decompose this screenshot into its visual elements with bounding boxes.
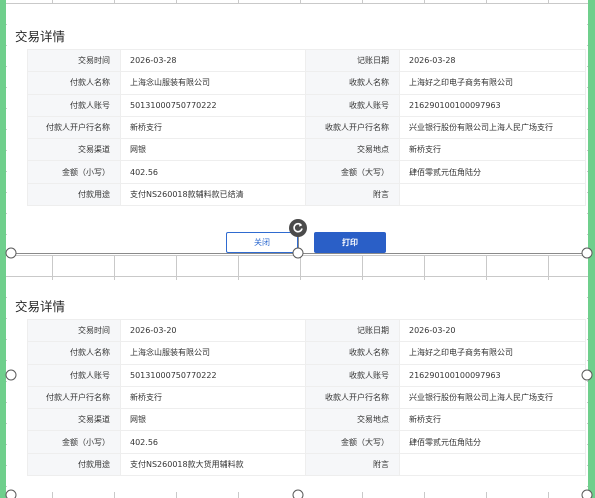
field-value	[399, 182, 586, 207]
field-value: 上海念山服装有限公司	[120, 341, 306, 365]
field-label: 付款人开户行名称	[27, 115, 121, 140]
resize-handle-bottom-right[interactable]	[581, 489, 593, 498]
resize-handle-bottom[interactable]	[292, 489, 304, 498]
field-label: 金额（小写）	[27, 160, 121, 184]
resize-handle-bottom-left[interactable]	[5, 489, 17, 498]
resize-handle-left[interactable]	[5, 369, 17, 381]
resize-handle-top-right[interactable]	[581, 247, 593, 259]
field-value	[399, 452, 586, 477]
resize-handle-top[interactable]	[292, 247, 304, 259]
field-value: 支付NS260018款大货用辅料款	[120, 452, 306, 477]
table-row: 付款人账号 50131000750770222 收款人账号 2162901001000…	[27, 363, 586, 387]
field-value: 新桥支行	[399, 138, 586, 162]
sheet-edge-left	[0, 0, 6, 498]
field-value: 上海好之印电子商务有限公司	[399, 71, 586, 95]
table-row: 交易渠道 网银 交易地点 新桥支行	[27, 138, 586, 162]
field-label: 收款人账号	[305, 93, 400, 117]
table-row: 付款用途 支付NS260018款大货用辅料款 附言	[27, 452, 586, 477]
detail-table: 交易时间 2026-03-28 记账日期 2026-03-28 付款人名称 上海念山服装有…	[27, 48, 586, 207]
field-value: 兴业银行股份有限公司上海人民广场支行	[399, 385, 586, 410]
print-button[interactable]: 打印	[314, 232, 386, 253]
field-label: 付款用途	[27, 452, 121, 477]
field-label: 付款人开户行名称	[27, 385, 121, 410]
field-value: 402.56	[120, 430, 306, 454]
resize-handle-top-left[interactable]	[5, 247, 17, 259]
field-value: 216290100100097963	[399, 363, 586, 387]
field-label: 交易时间	[27, 318, 121, 343]
field-value: 新桥支行	[399, 408, 586, 432]
field-label: 金额（小写）	[27, 430, 121, 454]
rotate-handle[interactable]	[289, 219, 307, 237]
field-value: 网银	[120, 408, 306, 432]
field-label: 附言	[305, 182, 400, 207]
table-row: 交易时间 2026-03-20 记账日期 2026-03-20	[27, 318, 586, 343]
field-label: 附言	[305, 452, 400, 477]
card-title: 交易详情	[15, 299, 66, 314]
field-label: 付款人名称	[27, 341, 121, 365]
rotate-icon	[293, 222, 303, 233]
field-label: 付款人账号	[27, 93, 121, 117]
field-label: 收款人开户行名称	[305, 385, 400, 410]
table-row: 付款人名称 上海念山服装有限公司 收款人名称 上海好之印电子商务有限公司	[27, 71, 586, 95]
detail-table-body: 交易时间 2026-03-20 记账日期 2026-03-20 付款人名称 上海念山服装有…	[27, 318, 586, 477]
field-label: 交易渠道	[27, 138, 121, 162]
field-value: 2026-03-20	[120, 318, 306, 343]
table-row: 交易渠道 网银 交易地点 新桥支行	[27, 408, 586, 432]
field-value: 2026-03-20	[399, 318, 586, 343]
field-value: 216290100100097963	[399, 93, 586, 117]
field-value: 网银	[120, 138, 306, 162]
field-label: 金额（大写）	[305, 160, 400, 184]
transaction-detail-card[interactable]: 交易详情 交易时间 2026-03-20 记账日期 2026-03-20 付款人名称 上海…	[7, 280, 587, 492]
table-row: 付款人开户行名称 新桥支行 收款人开户行名称 兴业银行股份有限公司上海人民广场支行	[27, 115, 586, 140]
resize-handle-right[interactable]	[581, 369, 593, 381]
field-value: 上海好之印电子商务有限公司	[399, 341, 586, 365]
field-label: 交易时间	[27, 48, 121, 73]
field-label: 付款人名称	[27, 71, 121, 95]
field-label: 付款人账号	[27, 363, 121, 387]
field-value: 肆佰零贰元伍角陆分	[399, 430, 586, 454]
field-value: 50131000750770222	[120, 363, 306, 387]
transaction-detail-card[interactable]: 交易详情 交易时间 2026-03-28 记账日期 2026-03-28 付款人名称 上海…	[7, 4, 587, 255]
table-row: 交易时间 2026-03-28 记账日期 2026-03-28	[27, 48, 586, 73]
field-label: 交易渠道	[27, 408, 121, 432]
field-value: 肆佰零贰元伍角陆分	[399, 160, 586, 184]
field-label: 收款人开户行名称	[305, 115, 400, 140]
field-value: 402.56	[120, 160, 306, 184]
field-value: 50131000750770222	[120, 93, 306, 117]
table-row: 金额（小写） 402.56 金额（大写） 肆佰零贰元伍角陆分	[27, 160, 586, 184]
table-row: 付款人开户行名称 新桥支行 收款人开户行名称 兴业银行股份有限公司上海人民广场支行	[27, 385, 586, 410]
field-label: 收款人名称	[305, 341, 400, 365]
card-title: 交易详情	[15, 29, 66, 44]
table-row: 付款人账号 50131000750770222 收款人账号 2162901001000…	[27, 93, 586, 117]
close-button[interactable]: 关闭	[226, 232, 298, 253]
field-label: 记账日期	[305, 318, 400, 343]
field-value: 支付NS260018款辅料款已结清	[120, 182, 306, 207]
field-value: 2026-03-28	[399, 48, 586, 73]
field-label: 记账日期	[305, 48, 400, 73]
field-label: 金额（大写）	[305, 430, 400, 454]
field-label: 收款人名称	[305, 71, 400, 95]
table-row: 付款人名称 上海念山服装有限公司 收款人名称 上海好之印电子商务有限公司	[27, 341, 586, 365]
detail-table: 交易时间 2026-03-20 记账日期 2026-03-20 付款人名称 上海念山服装有…	[27, 318, 586, 477]
table-row: 金额（小写） 402.56 金额（大写） 肆佰零贰元伍角陆分	[27, 430, 586, 454]
field-value: 2026-03-28	[120, 48, 306, 73]
field-label: 交易地点	[305, 138, 400, 162]
table-row: 付款用途 支付NS260018款辅料款已结清 附言	[27, 182, 586, 207]
field-label: 收款人账号	[305, 363, 400, 387]
field-label: 付款用途	[27, 182, 121, 207]
field-value: 上海念山服装有限公司	[120, 71, 306, 95]
detail-table-body: 交易时间 2026-03-28 记账日期 2026-03-28 付款人名称 上海念山服装有…	[27, 48, 586, 207]
field-value: 新桥支行	[120, 115, 306, 140]
field-value: 兴业银行股份有限公司上海人民广场支行	[399, 115, 586, 140]
field-value: 新桥支行	[120, 385, 306, 410]
field-label: 交易地点	[305, 408, 400, 432]
